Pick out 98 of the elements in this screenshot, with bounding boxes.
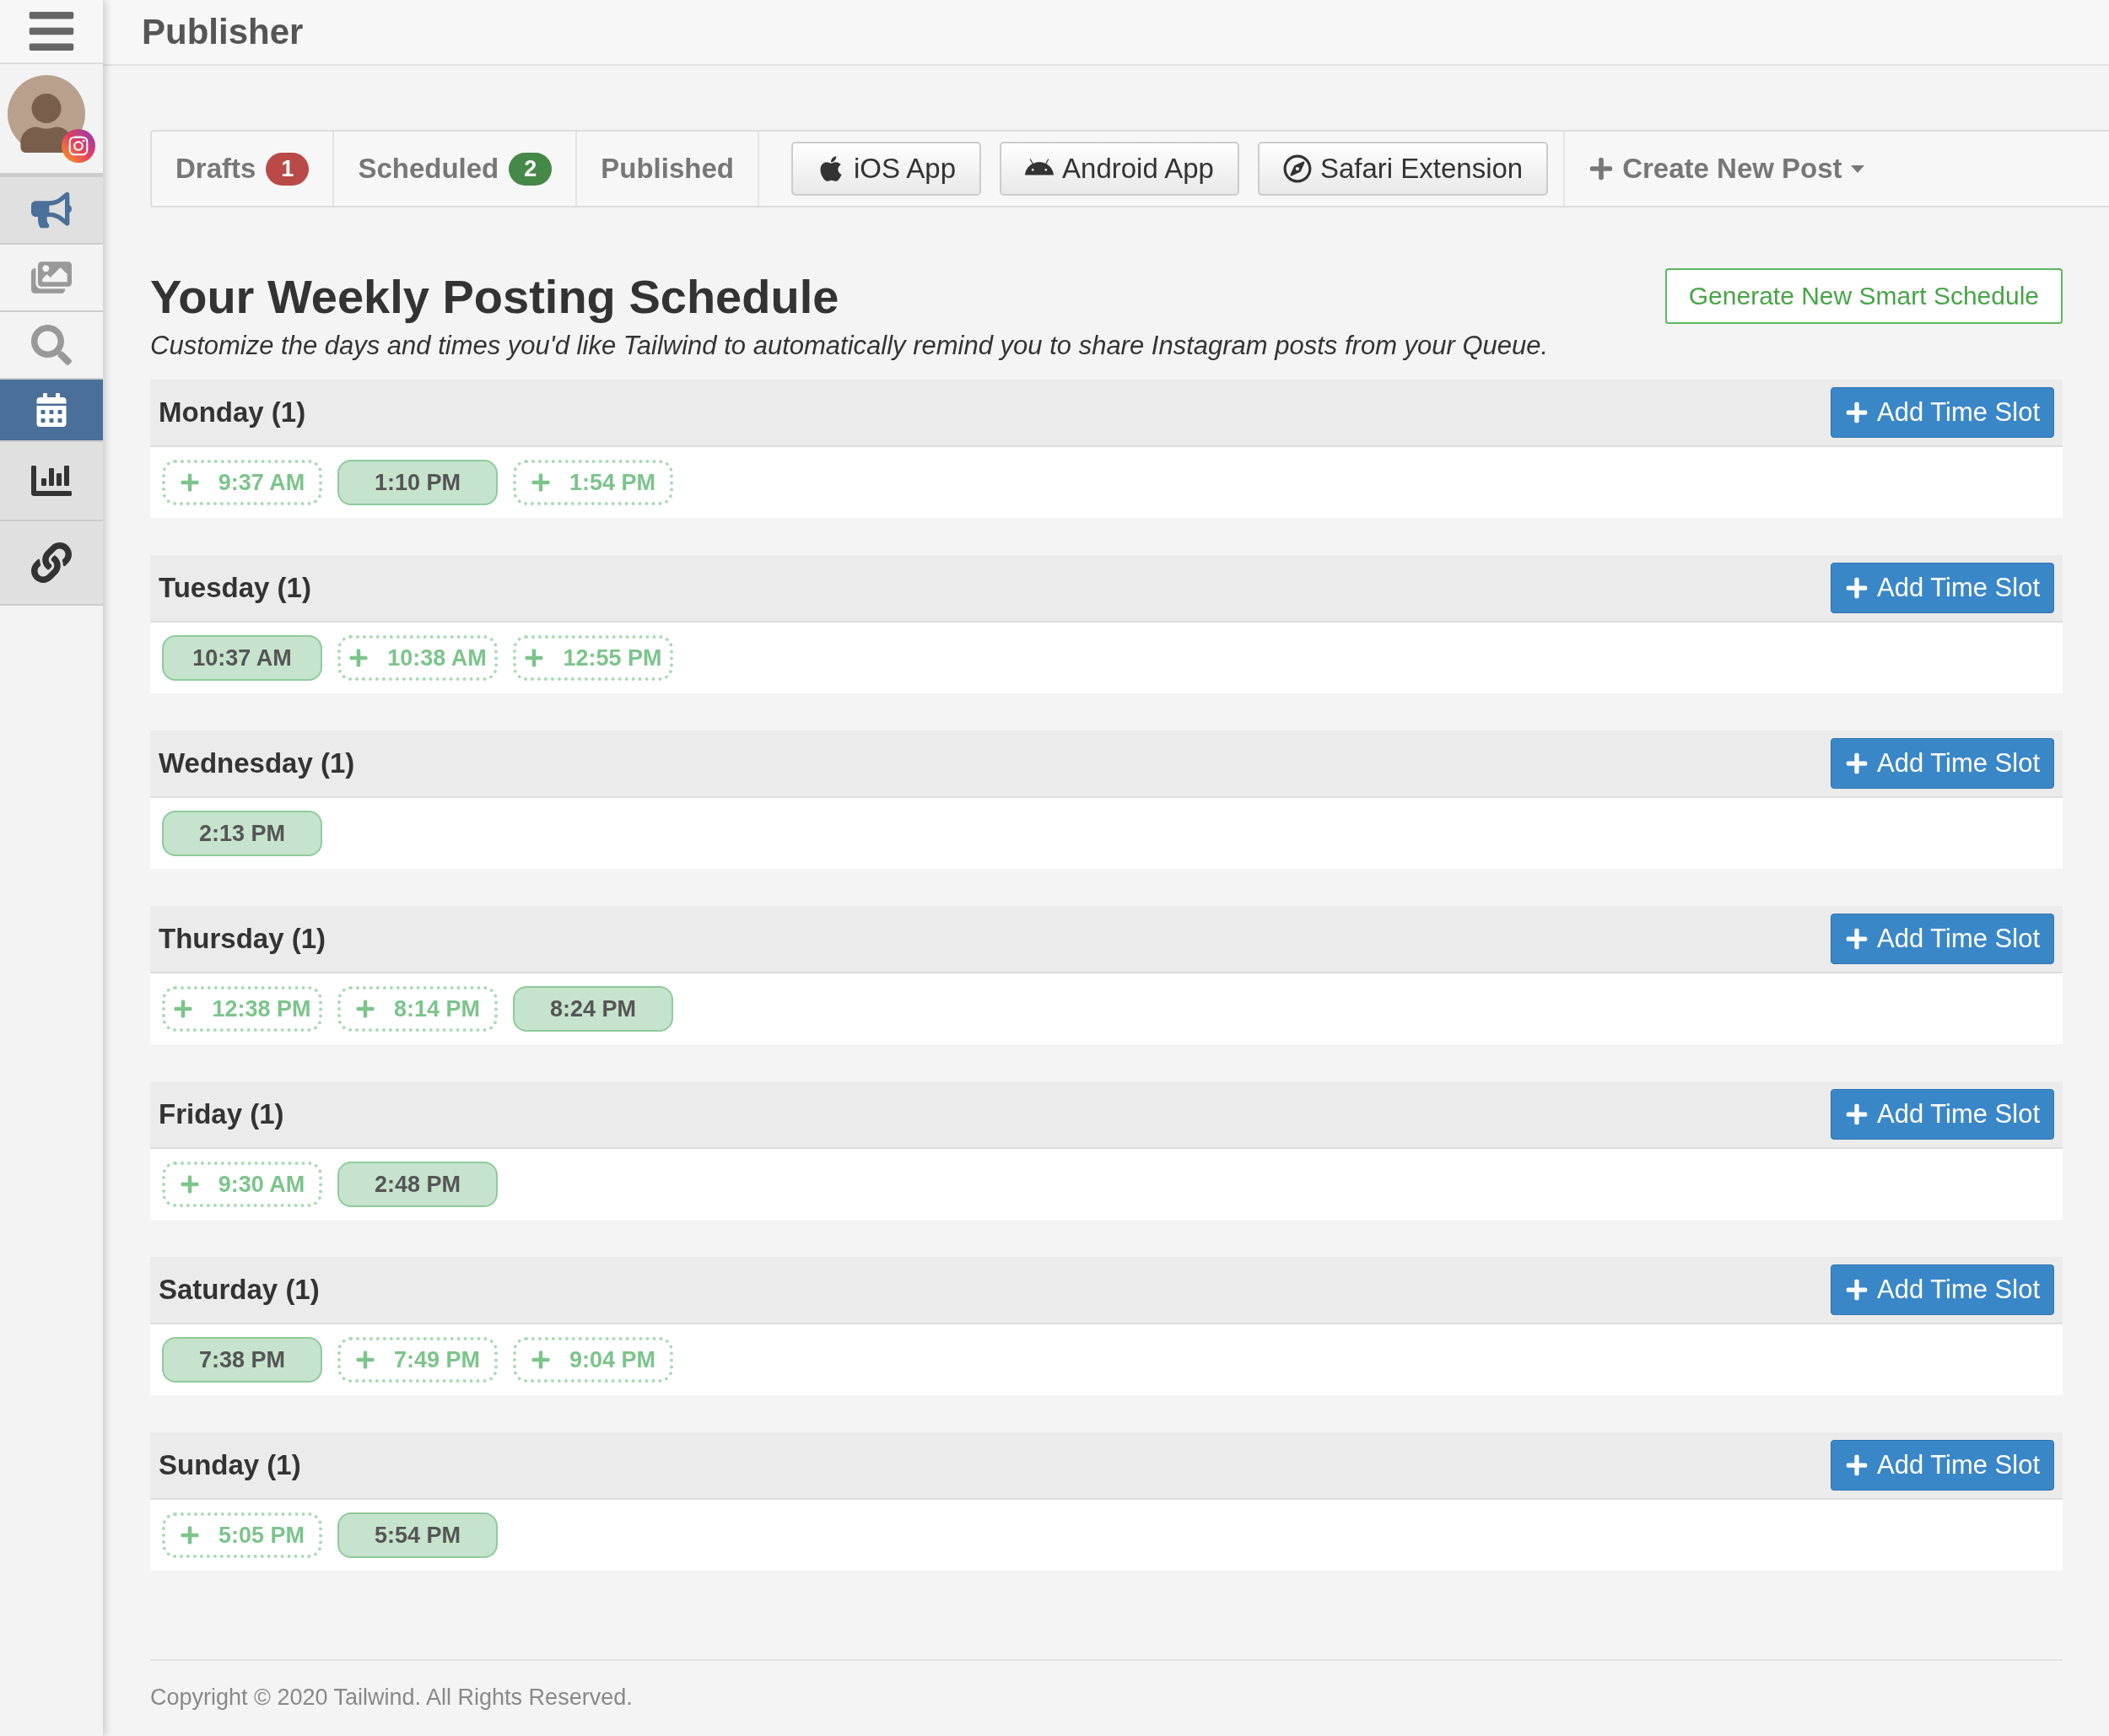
sidebar-item[interactable] <box>0 521 103 606</box>
plus-icon <box>354 999 375 1019</box>
slot-time: 12:55 PM <box>563 644 662 671</box>
plus-icon <box>530 1350 551 1370</box>
plus-icon <box>354 1350 375 1370</box>
search-icon <box>31 325 72 365</box>
suggested-time-slot[interactable]: 7:49 PM <box>337 1337 498 1383</box>
suggested-time-slot[interactable]: 10:38 AM <box>337 635 498 681</box>
button-label: Add Time Slot <box>1877 1450 2040 1480</box>
add-time-slot-button[interactable]: Add Time Slot <box>1831 387 2054 438</box>
button-label: Add Time Slot <box>1877 924 2040 954</box>
sidebar-item[interactable] <box>0 380 103 442</box>
scheduled-time-slot[interactable]: 8:24 PM <box>513 986 673 1032</box>
copyright-text: Copyright © 2020 Tailwind. All Rights Reserved. <box>150 1659 2063 1711</box>
add-time-slot-button[interactable]: Add Time Slot <box>1831 1264 2054 1315</box>
compass-icon <box>1282 154 1312 183</box>
slot-time: 8:14 PM <box>393 995 480 1022</box>
menu-label: Create New Post <box>1622 153 1842 185</box>
app-button[interactable]: Android App <box>1000 142 1239 196</box>
plus-icon <box>348 648 369 668</box>
tab[interactable]: Drafts 1 <box>152 132 335 206</box>
scheduled-time-slot[interactable]: 2:48 PM <box>337 1162 498 1207</box>
slot-time: 12:38 PM <box>212 995 311 1022</box>
plus-icon <box>179 472 200 493</box>
scheduled-time-slot[interactable]: 1:10 PM <box>337 460 498 505</box>
caret-icon <box>1850 164 1864 173</box>
plus-icon <box>179 1525 200 1545</box>
suggested-time-slot[interactable]: 1:54 PM <box>513 460 673 505</box>
plus-icon <box>1845 576 1869 600</box>
megaphone-icon <box>31 190 72 230</box>
add-time-slot-button[interactable]: Add Time Slot <box>1831 914 2054 964</box>
tab[interactable]: Scheduled 2 <box>334 132 578 206</box>
count-badge: 2 <box>509 152 553 186</box>
button-label: Android App <box>1062 153 1214 185</box>
slot-time: 9:04 PM <box>569 1346 655 1373</box>
button-label: Add Time Slot <box>1877 1099 2040 1129</box>
suggested-time-slot[interactable]: 8:14 PM <box>337 986 498 1032</box>
day-name: Friday (1) <box>159 1098 284 1130</box>
plus-icon <box>1845 1453 1869 1477</box>
scheduled-time-slot[interactable]: 2:13 PM <box>162 811 322 856</box>
plus-icon <box>179 1174 200 1194</box>
scheduled-time-slot[interactable]: 5:54 PM <box>337 1512 498 1558</box>
suggested-time-slot[interactable]: 9:04 PM <box>513 1337 673 1383</box>
day-name: Saturday (1) <box>159 1274 320 1306</box>
section-description: Customize the days and times you'd like Tailwind to automatically remind you to share Instagram posts from your Queue. <box>150 331 1550 361</box>
sidebar-item[interactable] <box>0 442 103 521</box>
plus-icon <box>173 999 194 1019</box>
plus-icon <box>1845 1278 1869 1302</box>
suggested-time-slot[interactable]: 9:30 AM <box>162 1162 322 1207</box>
scheduled-time-slot[interactable]: 7:38 PM <box>162 1337 322 1383</box>
plus-icon <box>1845 927 1869 951</box>
day-name: Monday (1) <box>159 396 306 429</box>
button-label: Add Time Slot <box>1877 573 2040 603</box>
button-label: Add Time Slot <box>1877 748 2040 779</box>
button-label: Add Time Slot <box>1877 397 2040 428</box>
app-button[interactable]: Safari Extension <box>1257 142 1549 196</box>
slot-time: 7:49 PM <box>393 1346 480 1373</box>
count-badge: 1 <box>266 152 310 186</box>
tab-label: Published <box>601 153 734 185</box>
button-label: iOS App <box>854 153 957 185</box>
button-label: Add Time Slot <box>1877 1275 2040 1305</box>
plus-icon <box>1845 752 1869 775</box>
suggested-time-slot[interactable]: 12:38 PM <box>162 986 322 1032</box>
add-time-slot-button[interactable]: Add Time Slot <box>1831 1440 2054 1491</box>
tab-label: Drafts <box>175 153 256 185</box>
slot-time: 9:37 AM <box>218 469 305 496</box>
add-time-slot-button[interactable]: Add Time Slot <box>1831 1089 2054 1140</box>
app-button[interactable]: iOS App <box>791 142 982 196</box>
plus-icon <box>1845 1103 1869 1126</box>
slot-time: 10:38 AM <box>387 644 487 671</box>
day-name: Sunday (1) <box>159 1449 301 1481</box>
plus-icon <box>524 648 545 668</box>
add-time-slot-button[interactable]: Add Time Slot <box>1831 563 2054 613</box>
suggested-time-slot[interactable]: 5:05 PM <box>162 1512 322 1558</box>
section-title: Your Weekly Posting Schedule <box>150 268 839 324</box>
tab-label: Scheduled <box>358 153 499 185</box>
add-time-slot-button[interactable]: Add Time Slot <box>1831 738 2054 789</box>
instagram-badge-icon <box>62 128 95 163</box>
plus-icon <box>530 472 551 493</box>
slot-time: 9:30 AM <box>218 1171 305 1198</box>
link-icon <box>31 542 72 583</box>
tab[interactable]: Published <box>577 132 759 206</box>
plus-icon <box>1845 401 1869 424</box>
create-post-menu[interactable]: Create New Post <box>1565 132 1888 206</box>
day-name: Wednesday (1) <box>159 747 355 779</box>
plus-icon <box>1588 156 1615 181</box>
day-name: Thursday (1) <box>159 923 326 955</box>
menu-button[interactable] <box>0 0 103 64</box>
scheduled-time-slot[interactable]: 10:37 AM <box>162 635 322 681</box>
suggested-time-slot[interactable]: 12:55 PM <box>513 635 673 681</box>
day-name: Tuesday (1) <box>159 572 311 604</box>
slot-time: 1:54 PM <box>569 469 655 496</box>
page-title: Publisher <box>142 12 304 52</box>
suggested-time-slot[interactable]: 9:37 AM <box>162 460 322 505</box>
calendar-icon <box>35 393 68 427</box>
button-label: Safari Extension <box>1319 153 1524 185</box>
slot-time: 5:05 PM <box>218 1522 305 1549</box>
generate-schedule-button[interactable]: Generate New Smart Schedule <box>1664 268 2063 324</box>
